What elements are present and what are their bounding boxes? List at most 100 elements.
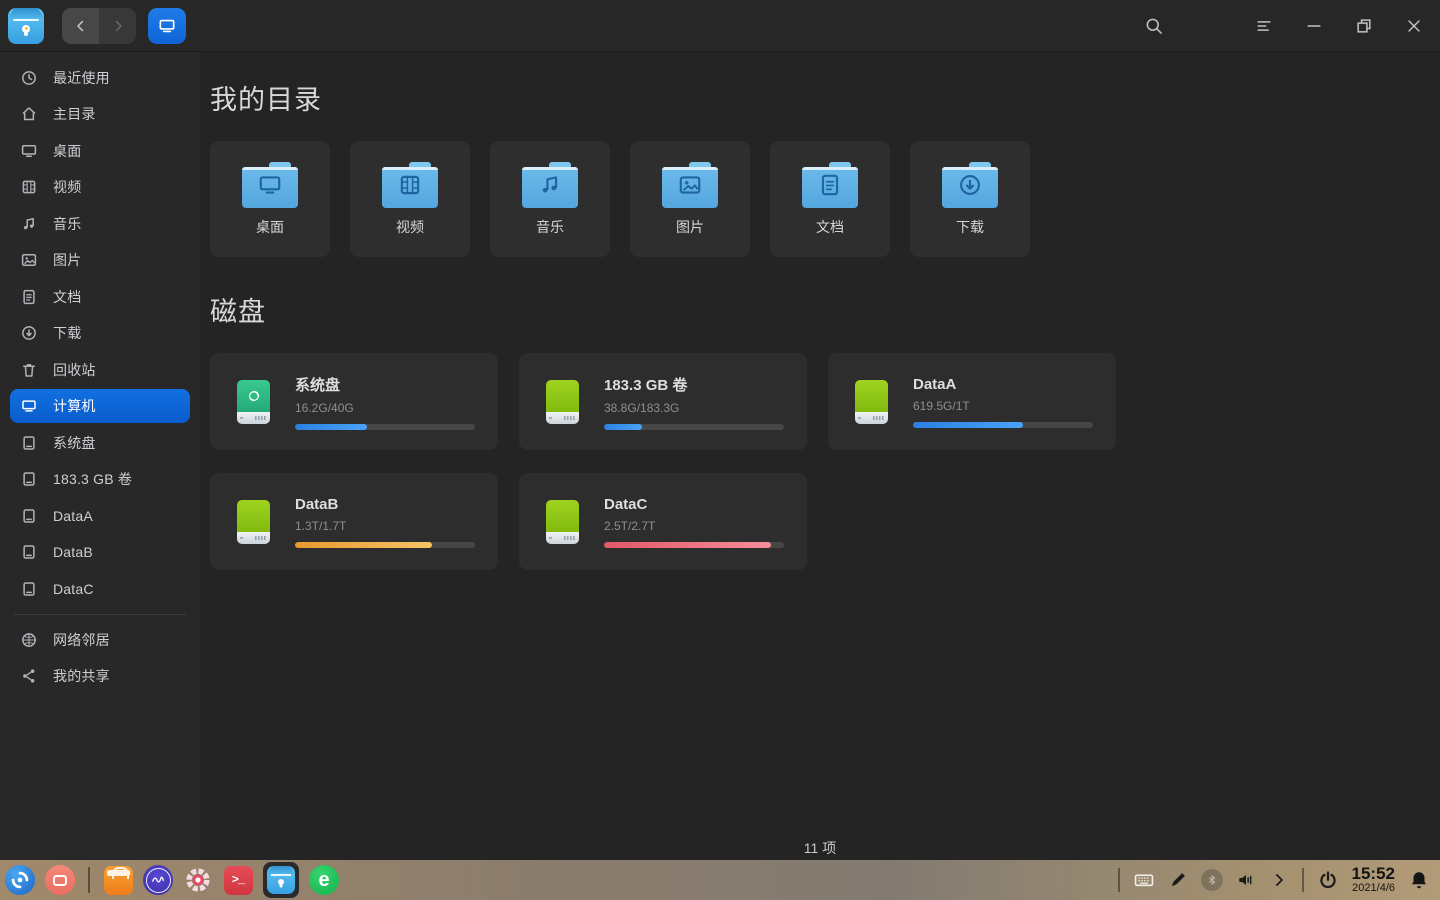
sidebar-item-recent[interactable]: 最近使用 — [10, 61, 190, 95]
controlcenter-icon[interactable] — [183, 865, 213, 895]
folder-icon — [242, 162, 298, 208]
disk-name: DataC — [604, 495, 648, 513]
restore-icon — [1354, 16, 1374, 36]
maximize-button[interactable] — [1344, 6, 1384, 46]
filemanager-icon[interactable] — [263, 862, 299, 898]
minimize-button[interactable] — [1294, 6, 1334, 46]
sidebar-item-datac[interactable]: DataC — [10, 572, 190, 606]
chevron-right-icon — [109, 17, 127, 35]
navigation-buttons — [62, 7, 136, 44]
disk-card-grid: 系统盘 16.2G/40G 183.3 GB 卷 38.8G/183.3G DataA 6… — [210, 353, 1140, 570]
folder-card-pictures[interactable]: 图片 — [630, 141, 750, 257]
forward-button[interactable] — [99, 7, 136, 44]
disk-card-volume-183gb[interactable]: 183.3 GB 卷 38.8G/183.3G — [519, 353, 807, 450]
home-icon — [18, 105, 40, 123]
disk-card-datac[interactable]: DataC 2.5T/2.7T — [519, 473, 807, 570]
chevron-left-icon — [72, 17, 90, 35]
close-button[interactable] — [1394, 6, 1434, 46]
sidebar-item-label: 回收站 — [53, 361, 96, 378]
sidebar-item-datab[interactable]: DataB — [10, 535, 190, 569]
appstore-icon[interactable] — [103, 865, 133, 895]
power-icon[interactable] — [1317, 869, 1339, 891]
sidebar-item-dataa[interactable]: DataA — [10, 499, 190, 533]
sidebar-item-documents[interactable]: 文档 — [10, 280, 190, 314]
sidebar-item-videos[interactable]: 视频 — [10, 170, 190, 204]
menu-button[interactable] — [1244, 6, 1284, 46]
sidebar-item-computer[interactable]: 计算机 — [10, 389, 190, 423]
disk-card-datab[interactable]: DataB 1.3T/1.7T — [210, 473, 498, 570]
sidebar-item-label: DataC — [53, 580, 94, 597]
pen-icon[interactable] — [1168, 870, 1188, 890]
folder-label: 桌面 — [256, 219, 284, 235]
sidebar-item-shares[interactable]: 我的共享 — [10, 659, 190, 693]
data-disk-icon — [546, 379, 579, 424]
disk-name: DataB — [295, 495, 339, 513]
disk-icon — [18, 580, 40, 598]
section-title-disks: 磁盘 — [210, 297, 266, 327]
folder-card-downloads[interactable]: 下载 — [910, 141, 1030, 257]
system-tray: 15:52 2021/4/6 — [1117, 860, 1440, 900]
terminal-icon[interactable]: >_ — [223, 865, 253, 895]
sidebar-item-network[interactable]: 网络邻居 — [10, 623, 190, 657]
multitask-icon[interactable] — [45, 865, 75, 895]
film-icon — [18, 178, 40, 196]
sysmon-icon[interactable] — [143, 865, 173, 895]
search-icon — [1144, 16, 1164, 36]
sidebar-item-home[interactable]: 主目录 — [10, 97, 190, 131]
sidebar-item-volume-183gb[interactable]: 183.3 GB 卷 — [10, 462, 190, 496]
status-bar: 11 项 — [200, 838, 1440, 858]
date-label: 2021/4/6 — [1352, 882, 1395, 895]
sidebar-item-system-disk[interactable]: 系统盘 — [10, 426, 190, 460]
browser-icon[interactable]: e — [309, 865, 339, 895]
folder-icon — [802, 162, 858, 208]
sidebar-item-downloads[interactable]: 下载 — [10, 316, 190, 350]
keyboard-icon[interactable] — [1133, 869, 1155, 891]
bluetooth-icon[interactable] — [1200, 869, 1223, 891]
tray-divider — [1117, 868, 1120, 892]
folder-card-documents[interactable]: 文档 — [770, 141, 890, 257]
download-glyph-icon — [942, 172, 998, 198]
sidebar-item-trash[interactable]: 回收站 — [10, 353, 190, 387]
notification-bell-icon[interactable] — [1408, 869, 1430, 891]
computer-icon — [157, 16, 177, 36]
disk-name: 183.3 GB 卷 — [604, 376, 688, 394]
sidebar-item-pictures[interactable]: 图片 — [10, 243, 190, 277]
data-disk-icon — [546, 499, 579, 544]
data-disk-icon — [855, 379, 888, 424]
folder-card-desktop[interactable]: 桌面 — [210, 141, 330, 257]
disk-card-system-disk[interactable]: 系统盘 16.2G/40G — [210, 353, 498, 450]
music-icon — [18, 215, 40, 233]
clock[interactable]: 15:52 2021/4/6 — [1352, 865, 1395, 894]
back-button[interactable] — [62, 7, 99, 44]
folder-label: 文档 — [816, 219, 844, 235]
sidebar-item-desktop[interactable]: 桌面 — [10, 134, 190, 168]
folder-card-videos[interactable]: 视频 — [350, 141, 470, 257]
sidebar-item-label: 系统盘 — [53, 434, 96, 451]
file-manager-app-icon — [8, 7, 44, 44]
image-icon — [18, 251, 40, 269]
sidebar-item-label: 图片 — [53, 252, 82, 268]
disk-usage: 2.5T/2.7T — [604, 518, 656, 533]
item-count: 11 项 — [803, 840, 837, 856]
clock-icon — [18, 69, 40, 87]
sidebar-item-label: 我的共享 — [53, 668, 110, 684]
volume-icon[interactable] — [1236, 870, 1256, 890]
sidebar-item-music[interactable]: 音乐 — [10, 207, 190, 241]
disk-icon — [18, 543, 40, 561]
menu-icon — [1254, 16, 1274, 36]
launcher-icon[interactable] — [5, 865, 35, 895]
computer-view-button[interactable] — [148, 7, 186, 44]
dock-app-icons: >_ e — [0, 860, 339, 900]
content-area: 我的目录 桌面 视频 音乐 图片 文档 下载 磁盘 系统盘 16.2G/40G 183.3 G… — [200, 52, 1440, 860]
folder-card-music[interactable]: 音乐 — [490, 141, 610, 257]
tray-divider — [1301, 868, 1304, 892]
trash-icon — [18, 361, 40, 379]
disk-usage: 38.8G/183.3G — [604, 400, 680, 415]
search-button[interactable] — [1134, 6, 1174, 46]
sidebar-item-label: 网络邻居 — [53, 631, 110, 648]
disk-card-dataa[interactable]: DataA 619.5G/1T — [828, 353, 1116, 450]
close-icon — [1404, 16, 1424, 36]
folder-label: 视频 — [396, 219, 424, 235]
chevron-right-icon[interactable] — [1269, 870, 1289, 890]
sidebar: 最近使用 主目录 桌面 视频 音乐 图片 文档 下载 回收站 计算机 系统盘 183.3 GB 卷 Da… — [0, 52, 200, 860]
